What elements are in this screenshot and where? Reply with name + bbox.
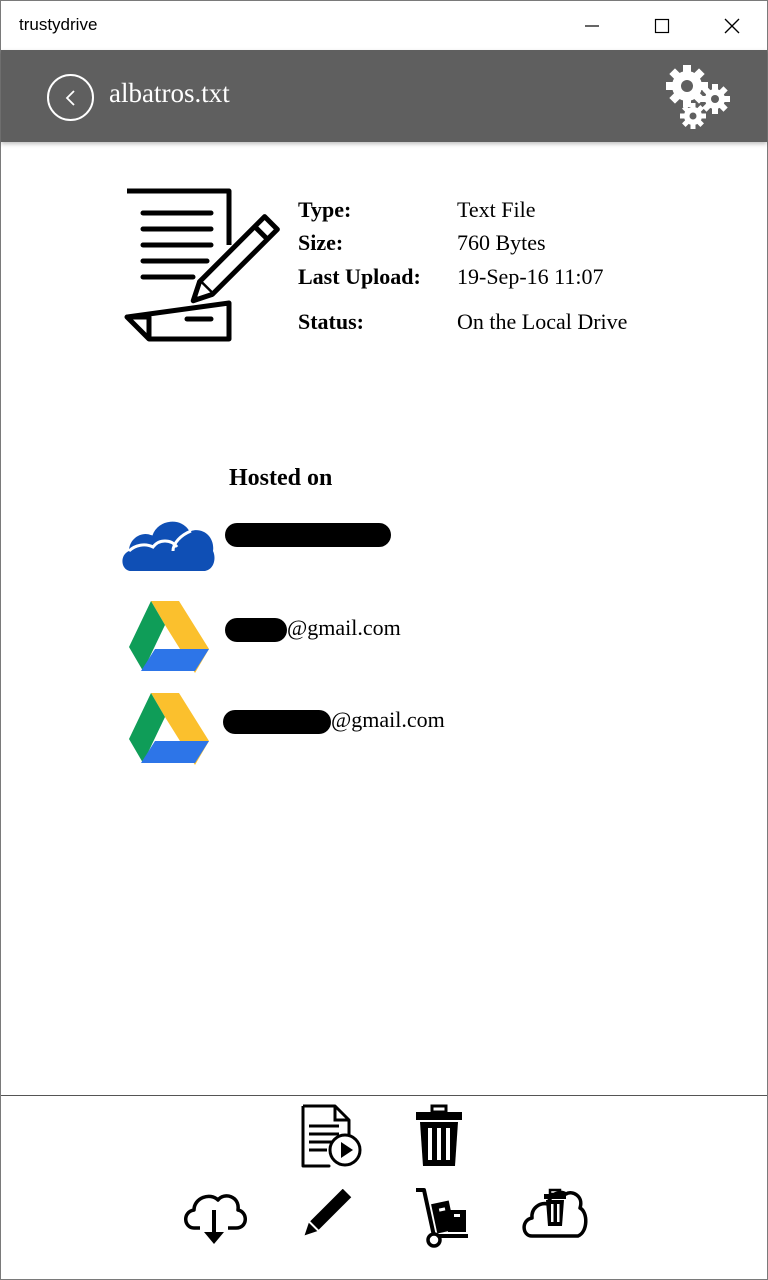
redacted-account xyxy=(223,710,331,734)
back-arrow-icon xyxy=(65,89,75,106)
gears-icon xyxy=(666,65,730,129)
hosted-title: Hosted on xyxy=(229,465,333,491)
document-edit-icon xyxy=(124,188,280,342)
cloud-download-icon xyxy=(184,1194,247,1244)
close-button[interactable] xyxy=(697,1,767,50)
title-bar: trustydrive xyxy=(1,1,767,50)
size-label: Size: xyxy=(298,230,344,255)
cloud-delete-button[interactable] xyxy=(521,1185,589,1243)
size-row: Size: 760 Bytes xyxy=(298,226,638,259)
bottom-divider xyxy=(1,1095,767,1096)
close-icon xyxy=(724,18,740,33)
delete-button[interactable] xyxy=(411,1103,467,1169)
status-row: Status: On the Local Drive xyxy=(298,293,638,349)
redacted-account xyxy=(225,618,287,642)
file-header: albatros.txt xyxy=(1,50,767,142)
maximize-button[interactable] xyxy=(627,1,697,50)
move-button[interactable] xyxy=(411,1185,473,1249)
host-account-2: @gmail.com xyxy=(287,615,401,640)
cloud-trash-icon xyxy=(522,1188,588,1238)
type-row: Type: Text File xyxy=(298,193,638,226)
google-drive-icon xyxy=(121,599,217,675)
redacted-account xyxy=(225,523,391,547)
size-value: 760 Bytes xyxy=(457,230,546,255)
type-label: Type: xyxy=(298,197,352,222)
download-button[interactable] xyxy=(181,1185,249,1249)
rename-button[interactable] xyxy=(299,1187,359,1247)
host-item-google-drive-1[interactable]: @gmail.com xyxy=(121,599,521,675)
file-open-icon xyxy=(301,1104,362,1168)
type-value: Text File xyxy=(457,197,536,222)
maximize-icon xyxy=(654,18,670,33)
hand-truck-icon xyxy=(416,1188,468,1248)
host-item-google-drive-2[interactable]: @gmail.com xyxy=(121,691,521,767)
host-item-onedrive[interactable] xyxy=(121,513,521,589)
status-label: Status: xyxy=(298,308,365,334)
file-details: Type: Text File Size: 760 Bytes Last Upl… xyxy=(298,193,638,349)
page-title: albatros.txt xyxy=(109,78,230,108)
pencil-icon xyxy=(304,1189,352,1236)
onedrive-icon xyxy=(121,513,217,589)
google-drive-icon xyxy=(121,691,217,767)
upload-value: 19-Sep-16 11:07 xyxy=(457,263,604,289)
minimize-button[interactable] xyxy=(557,1,627,50)
settings-button[interactable] xyxy=(665,64,733,130)
back-button[interactable] xyxy=(47,74,94,121)
open-file-button[interactable] xyxy=(297,1103,365,1169)
status-value: On the Local Drive xyxy=(457,308,628,334)
file-type-icon xyxy=(121,185,281,345)
minimize-icon xyxy=(585,24,599,27)
app-window: trustydrive albatros.txt Type: Text File… xyxy=(0,0,768,1280)
trash-icon xyxy=(416,1104,462,1166)
upload-row: Last Upload: 19-Sep-16 11:07 xyxy=(298,259,638,293)
host-account-3: @gmail.com xyxy=(331,707,445,732)
app-title: trustydrive xyxy=(19,15,98,34)
upload-label: Last Upload: xyxy=(298,263,421,289)
